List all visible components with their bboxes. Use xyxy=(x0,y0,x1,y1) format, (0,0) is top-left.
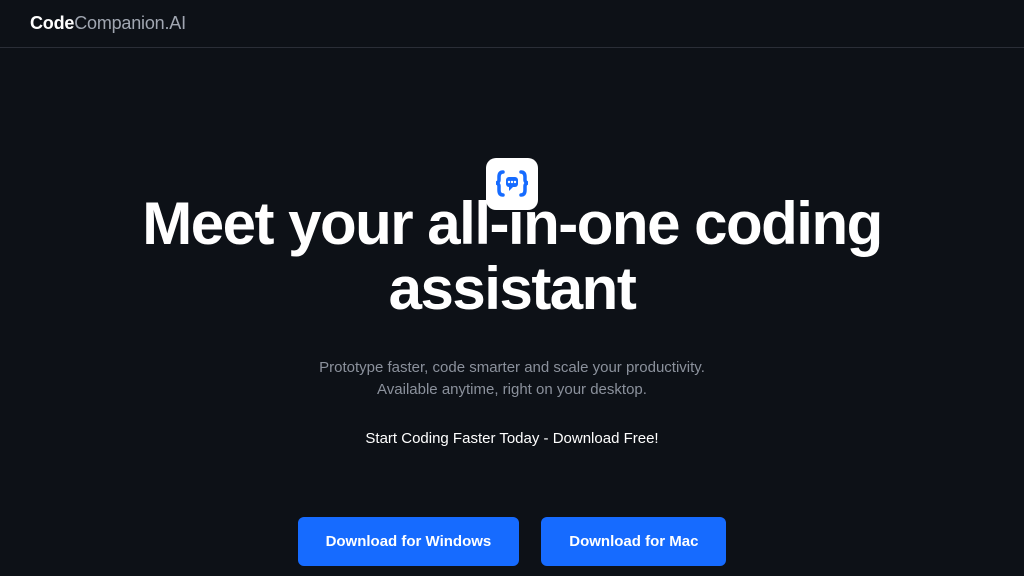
cta-text: Start Coding Faster Today - Download Fre… xyxy=(365,430,658,447)
braces-chat-icon xyxy=(492,164,532,204)
subtitle-line-1: Prototype faster, code smarter and scale… xyxy=(319,357,705,380)
logo-text-bold: Code xyxy=(30,13,74,33)
hero-headline: Meet your all-in-one coding assistant xyxy=(102,192,922,322)
logo-text-light: Companion.AI xyxy=(74,13,186,33)
app-icon xyxy=(486,158,538,210)
hero-section: Meet your all-in-one coding assistant Pr… xyxy=(0,48,1024,566)
subtitle-line-2: Available anytime, right on your desktop… xyxy=(319,379,705,402)
hero-subtitle: Prototype faster, code smarter and scale… xyxy=(319,357,705,402)
download-mac-button[interactable]: Download for Mac xyxy=(541,517,726,566)
header: CodeCompanion.AI xyxy=(0,0,1024,48)
download-buttons: Download for Windows Download for Mac xyxy=(298,517,727,566)
download-windows-button[interactable]: Download for Windows xyxy=(298,517,520,566)
brand-logo[interactable]: CodeCompanion.AI xyxy=(30,13,186,34)
